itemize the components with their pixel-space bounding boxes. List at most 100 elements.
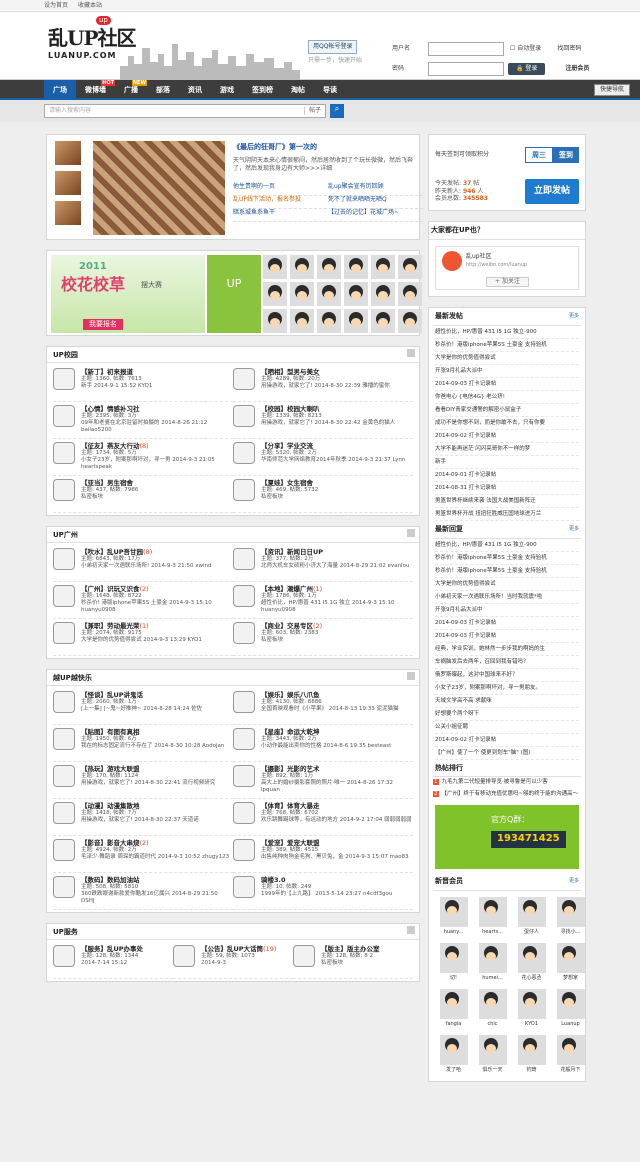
contest-avatar[interactable] — [398, 282, 422, 306]
signin-button[interactable]: 签到 — [553, 146, 579, 164]
forum-item[interactable]: 【亚当】男生宿舍 主题: 437, 帖数: 7986 私密板块 — [53, 476, 233, 513]
avatar[interactable] — [517, 897, 546, 927]
contest-avatar[interactable] — [317, 309, 341, 333]
forum-name[interactable]: 【商业】交易专区 — [261, 622, 313, 630]
password-input[interactable] — [428, 62, 504, 76]
forum-item[interactable]: 【影音】影音大串烧(2) 主题: 4924, 帖数: 2万 毛泽少·舞蹈录 周琛的霸… — [53, 836, 233, 873]
qq-group-banner[interactable]: 官方Q群： 193471425 — [435, 805, 579, 870]
forum-last-post[interactable]: 09年和老婆在北京驻留时拍摄的 2014-8-26 21:12 bailao52… — [81, 420, 233, 434]
featured-link[interactable]: 暗系城鱼系鱼干 — [233, 209, 328, 221]
forum-name[interactable]: 【服务】乱UP办事处 — [81, 945, 143, 953]
forum-last-post[interactable]: 私密板块 — [261, 637, 322, 644]
bookmark-link[interactable]: 收藏本站 — [78, 2, 102, 9]
forum-last-post[interactable]: 360跌跌眼谢新款爱你酷发16亿属兴 2014-8-29 21:50 DSHJ — [81, 891, 233, 905]
forum-name[interactable]: 【娱乐】娱乐八爪鱼 — [261, 691, 320, 699]
up-tile[interactable]: UP — [207, 255, 261, 333]
forum-last-post[interactable]: 大学是你的优势值得尝试 2014-9-3 13:29 KYO1 — [81, 637, 202, 644]
avatar[interactable] — [439, 897, 468, 927]
forum-item[interactable]: 【动漫】动漫集散地 主题: 1418, 帖数: 7万 用操游戏，就家它了! 2014… — [53, 799, 233, 836]
member-card[interactable]: chic — [474, 987, 511, 1031]
newest-reply-link[interactable]: 公关小姐征聘 — [435, 721, 579, 734]
forum-item[interactable]: 【晒相】型男与美女 主题: 4289, 帖数: 20万 用操游戏，就家它了! 201… — [233, 365, 413, 402]
member-card[interactable]: fangla — [435, 987, 472, 1031]
forum-name[interactable]: 【摄影】光影的艺术 — [261, 765, 320, 773]
forum-item[interactable]: 【广州】识玩又识食(2) 主题: 1648, 帖数: 8722 秒杀价! 港版iph… — [53, 582, 233, 619]
forum-name[interactable]: 【本地】潮爆广州 — [261, 585, 313, 593]
newest-reply-link[interactable]: 开张9月礼品大派中 — [435, 604, 579, 617]
contest-avatar[interactable] — [344, 309, 368, 333]
member-name[interactable]: 花心恶丞 — [513, 975, 550, 981]
featured-link[interactable]: 死不了就来晒晒无晒Q — [328, 196, 423, 208]
contest-avatar[interactable] — [371, 282, 395, 306]
member-card[interactable]: KYO1 — [513, 987, 550, 1031]
newest-post-link[interactable]: 新手 — [435, 456, 579, 469]
forum-name[interactable]: 【版主】版主办公室 — [321, 945, 380, 953]
avatar[interactable] — [478, 989, 507, 1019]
newest-post-link[interactable]: 男篮世界杯开战 扭扭狂胜威压国地球进万兰 — [435, 508, 579, 521]
newest-post-link[interactable]: 大学是你的优势值得尝试 — [435, 352, 579, 365]
avatar[interactable] — [517, 943, 546, 973]
contest-avatar[interactable] — [263, 309, 287, 333]
forum-name[interactable]: 【晒相】型男与美女 — [261, 368, 320, 376]
member-card[interactable]: humei... — [474, 941, 511, 985]
forum-last-post[interactable]: 小弟初天家一次遇联乐场所! 2014-9-3 21:50 xwind — [81, 563, 212, 570]
member-card[interactable]: 梦想家 — [552, 941, 589, 985]
newest-reply-link[interactable]: 2014-09-02 打卡记录帖 — [435, 734, 579, 747]
avatar[interactable] — [478, 943, 507, 973]
member-name[interactable]: 蛋仔人 — [513, 929, 550, 935]
nav-item-tribe[interactable]: 部落 — [147, 80, 179, 100]
forum-last-post[interactable]: 1999年的【上九路】 2013-5-14 23:27 n4cdf3gou — [261, 891, 392, 898]
forum-name[interactable]: 骑楼3.0 — [261, 876, 286, 884]
featured-link[interactable]: 他生贵啊的一页 — [233, 183, 328, 195]
forum-name[interactable]: 【动漫】动漫集散地 — [81, 802, 140, 810]
forum-last-post[interactable]: 2014-9-3 — [201, 960, 276, 967]
thumb-image[interactable] — [55, 141, 81, 165]
newest-reply-link[interactable]: 车祸脑发后去两年，召回到我有错吗？ — [435, 656, 579, 669]
forum-name[interactable]: 【资讯】新闻日日UP — [261, 548, 323, 556]
nav-item-broadcast[interactable]: 广播 NEW — [115, 80, 147, 100]
signup-button[interactable]: 我要报名 — [83, 319, 123, 330]
forum-name[interactable]: 【征友】燕友大行动 — [81, 442, 140, 450]
more-link[interactable]: 更多 — [569, 526, 579, 532]
thumb-image[interactable] — [55, 171, 81, 195]
newest-post-link[interactable]: 2014-09-03 打卡记录帖 — [435, 378, 579, 391]
member-name[interactable]: chic — [474, 1021, 511, 1027]
nav-item-news[interactable]: 资讯 — [179, 80, 211, 100]
set-home-link[interactable]: 设为首页 — [44, 2, 68, 9]
featured-image[interactable] — [93, 141, 225, 235]
avatar[interactable] — [556, 1035, 585, 1065]
newest-post-link[interactable]: 2014-09-01 打卡记录帖 — [435, 469, 579, 482]
forum-item[interactable]: 【新丁】初来报道 主题: 1360, 帖数: 7613 新手 2014-9-1 15… — [53, 365, 233, 402]
forum-item[interactable]: 【校园】校园大喇叭 主题: 1339, 帖数: 8213 用操游戏，就家它了! 20… — [233, 402, 413, 439]
contest-avatar[interactable] — [317, 282, 341, 306]
more-link[interactable]: 更多 — [569, 313, 579, 319]
member-name[interactable]: fangla — [435, 1021, 472, 1027]
member-name[interactable]: 发了哈 — [435, 1067, 472, 1073]
newest-post-link[interactable]: 大学不能再迷茫 闪闪亮哥你不一样的梦 — [435, 443, 579, 456]
newest-post-link[interactable]: 成功不是你想不到，而是你敢不去，只有你要 — [435, 417, 579, 430]
member-card[interactable]: 钓琦 — [513, 1033, 550, 1077]
member-card[interactable]: Luanup — [552, 987, 589, 1031]
forum-name[interactable]: 【兼职】劳动最光荣 — [81, 622, 140, 630]
member-name[interactable]: 寻找小... — [552, 929, 589, 935]
forum-name[interactable]: 【吹水】乱UP吾甘园 — [81, 548, 143, 556]
newest-post-link[interactable]: 开张9月礼品大派中 — [435, 365, 579, 378]
nav-item-guide[interactable]: 导读 — [314, 80, 346, 100]
forum-name[interactable]: 【星座】命运大乾坤 — [261, 728, 320, 736]
forum-item[interactable]: 【本地】潮爆广州(1) 主题: 1786, 帖数: 1万 超性价比，HP/惠普 43… — [233, 582, 413, 619]
member-name[interactable]: 梦想家 — [552, 975, 589, 981]
newest-reply-link[interactable]: 经典，学业实训，她林然一步步我的啊妈的生 — [435, 643, 579, 656]
avatar[interactable] — [556, 989, 585, 1019]
forum-name[interactable]: 【爱宠】爱宠大联盟 — [261, 839, 320, 847]
contest-avatar[interactable] — [290, 282, 314, 306]
forum-item[interactable]: 【吹水】乱UP吾甘园(8) 主题: 6843, 帖数: 17万 小弟初天家一次遇联乐… — [53, 545, 233, 582]
username-input[interactable] — [428, 42, 504, 56]
forum-item[interactable]: 【分享】学业交流 主题: 5320, 帖数: 2万 华南师范大学网络教育2014年秋… — [233, 439, 413, 476]
forum-name[interactable]: 【广州】识玩又识食 — [81, 585, 140, 593]
member-card[interactable]: 发了哈 — [435, 1033, 472, 1077]
member-name[interactable]: 俱乐一天 — [474, 1067, 511, 1073]
avatar[interactable] — [439, 943, 468, 973]
featured-link[interactable]: 乱UP线下活动，报名参投 — [233, 196, 328, 208]
nav-item-square[interactable]: 广场 — [44, 80, 76, 100]
forum-last-post[interactable]: 私密板块 — [81, 494, 138, 501]
